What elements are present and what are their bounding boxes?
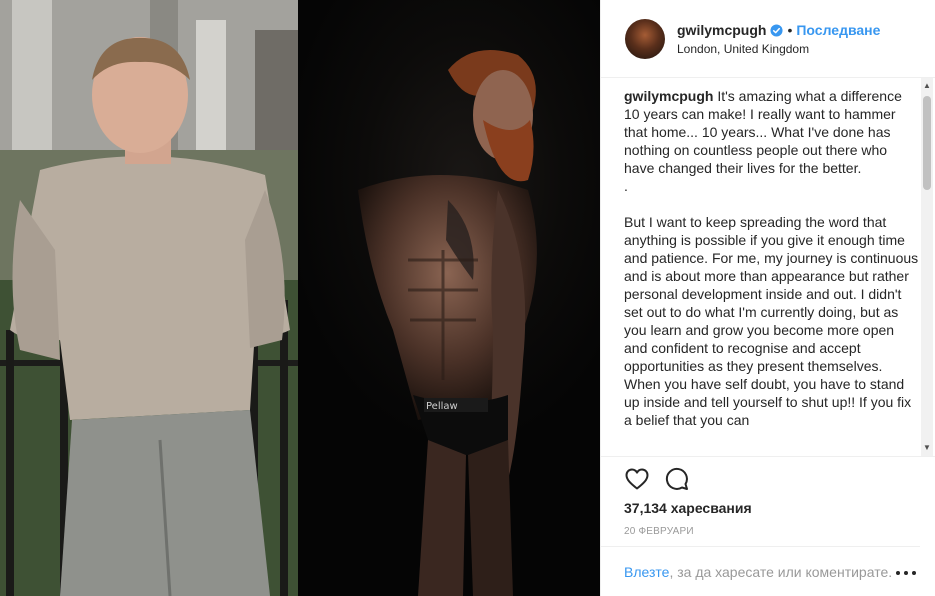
more-options-icon[interactable] (896, 566, 916, 580)
scrollbar-thumb[interactable] (923, 96, 931, 190)
likes-count[interactable]: 37,134 харесвания (624, 500, 752, 516)
post-date[interactable]: 20 ФЕВРУАРИ (624, 526, 694, 537)
location-link[interactable]: London, United Kingdom (677, 42, 880, 56)
username-link[interactable]: gwilymcpugh (677, 21, 766, 39)
post-header: gwilymcpugh • Последване London, United … (601, 0, 935, 78)
scroll-up-arrow-icon[interactable]: ▲ (923, 82, 931, 90)
verified-badge-icon (770, 23, 783, 37)
brand-text: Pellaw (426, 401, 458, 412)
before-photo-illustration (0, 0, 298, 596)
after-photo-illustration: Pellaw (358, 50, 537, 596)
actions-divider (600, 456, 935, 457)
follow-button[interactable]: Последване (796, 21, 880, 39)
like-button[interactable] (624, 466, 650, 492)
post-page: Pellaw gwilymcpugh • Последване London, … (0, 0, 935, 596)
login-link[interactable]: Влезте (624, 564, 669, 580)
before-photo (0, 0, 298, 596)
login-bar: Влезте , за да харесате или коментирате. (600, 546, 920, 596)
avatar[interactable] (625, 18, 665, 59)
caption-paragraph-1: gwilymcpugh It's amazing what a differen… (624, 87, 920, 177)
header-row: gwilymcpugh • Последване (677, 21, 880, 39)
header-text: gwilymcpugh • Последване London, United … (677, 21, 880, 56)
scroll-down-arrow-icon[interactable]: ▼ (923, 444, 931, 452)
heart-icon (625, 468, 649, 490)
separator-dot: • (787, 22, 793, 38)
login-prompt-text: , за да харесате или коментирате. (669, 563, 893, 580)
comment-icon (665, 467, 688, 490)
more-dot (896, 571, 900, 575)
caption-dot-line: . (624, 178, 628, 194)
comment-button[interactable] (664, 466, 690, 492)
post-caption: gwilymcpugh It's amazing what a differen… (624, 87, 920, 455)
post-photo[interactable]: Pellaw (0, 0, 600, 596)
action-bar (624, 466, 704, 492)
after-photo: Pellaw (298, 0, 600, 596)
caption-username[interactable]: gwilymcpugh (624, 88, 713, 104)
more-dot (912, 571, 916, 575)
more-dot (904, 571, 908, 575)
caption-scrollbar[interactable]: ▲ ▼ (920, 78, 934, 456)
caption-paragraph-2: But I want to keep spreading the word th… (624, 214, 919, 428)
